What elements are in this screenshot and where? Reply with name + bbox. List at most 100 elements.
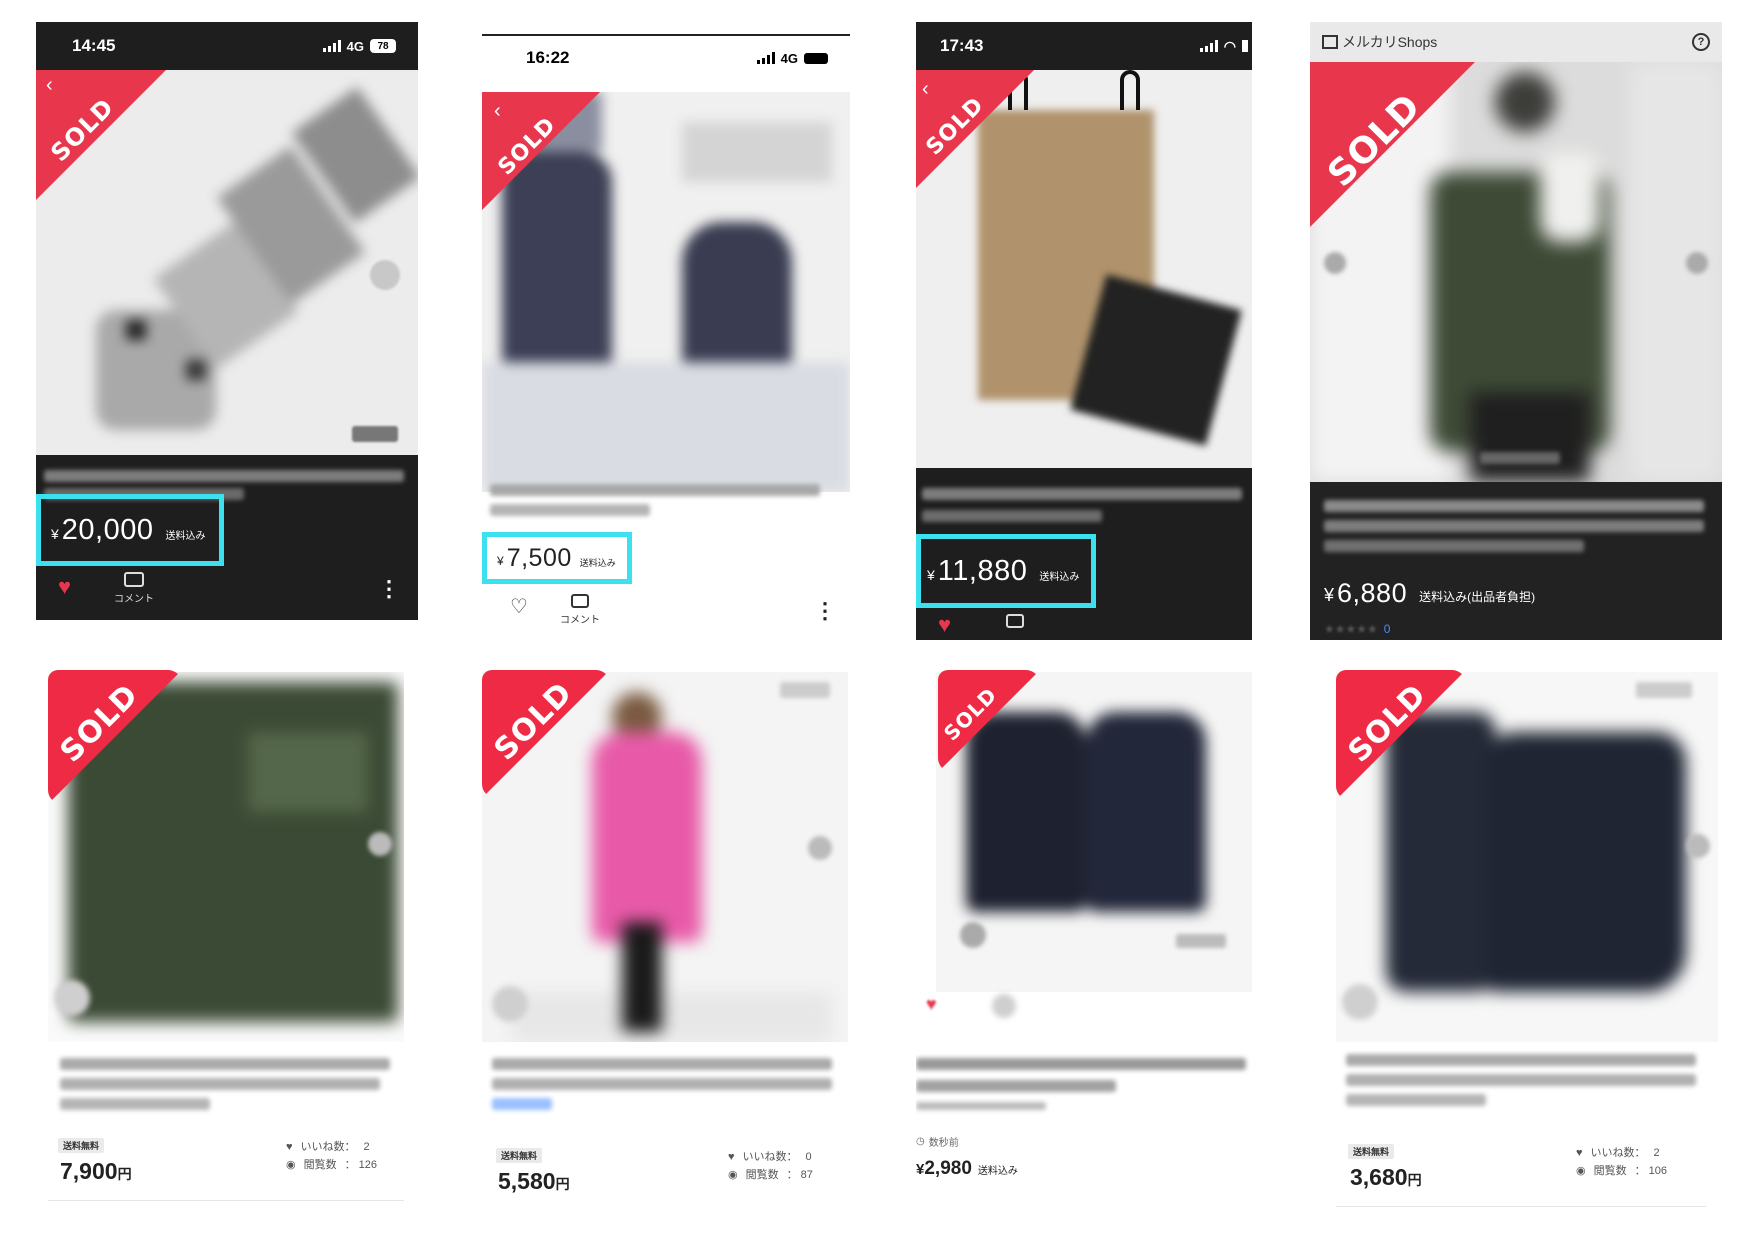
comment-label: コメント (560, 615, 600, 626)
yen-symbol: ¥ (497, 554, 504, 568)
status-time: 17:43 (940, 36, 984, 55)
price: 11,880 (937, 554, 1028, 587)
signal-icon (322, 40, 341, 52)
listing-card-2: SOLD 送料無料 5,580円 ♥ いいね数： 0 ◉ 閲覧数： 87 (482, 658, 854, 1218)
stats: ♥ いいね数： 0 ◉ 閲覧数 ： 87 (728, 1148, 813, 1184)
yen-symbol: ¥ (916, 1161, 925, 1178)
heart-icon: ♥ (1576, 1147, 1583, 1159)
shipping-label: 送料込み (579, 557, 616, 568)
like-button[interactable]: ♥ (58, 574, 71, 600)
back-icon[interactable]: ‹ (922, 78, 929, 101)
title-blurred (922, 510, 1102, 522)
sold-ribbon (36, 70, 166, 200)
price-value: 5,580 (498, 1168, 556, 1194)
title-blurred (44, 470, 404, 482)
likes-label: いいね数： (742, 1151, 798, 1163)
zoom-icon[interactable] (54, 980, 90, 1016)
zoom-icon[interactable] (492, 986, 528, 1022)
battery-icon (1242, 40, 1248, 52)
like-button[interactable]: ♡ (510, 594, 528, 619)
price: 20,000 (61, 513, 154, 546)
more-icon[interactable]: ⋮ (378, 578, 400, 600)
divider (1336, 1206, 1706, 1207)
listing-panel-3: 17:43 ◠ SOLD ‹ ¥ 11,880 送料込み ♥ (916, 22, 1252, 640)
likes-count: 2 (1653, 1147, 1660, 1159)
rating-row: ★★★★★ 0 (1324, 622, 1390, 636)
title-blurred (916, 1058, 1246, 1070)
title-blurred (1324, 500, 1704, 512)
listing-panel-4: メルカリShops ? SOLD ¥ 6,880 送料込み(出品者負担) ★★★… (1310, 22, 1722, 640)
eye-icon: ◉ (1576, 1165, 1586, 1177)
free-shipping-tag: 送料無料 (58, 1138, 105, 1153)
link-blurred (492, 1098, 552, 1110)
back-icon[interactable]: ‹ (46, 74, 53, 97)
stats: ♥ いいね数： 2 ◉ 閲覧数 ： 106 (1576, 1144, 1667, 1180)
shop-icon (1322, 35, 1338, 49)
price: 7,500 (506, 543, 572, 572)
title-blurred (60, 1078, 380, 1090)
likes-label: いいね数： (1590, 1147, 1646, 1159)
network-label: 4G (346, 38, 364, 54)
title-blurred (1324, 520, 1704, 532)
comment-button[interactable] (1006, 614, 1024, 628)
title-blurred (490, 504, 650, 516)
title-blurred (1324, 540, 1584, 552)
title-blurred (922, 488, 1242, 500)
yen-symbol: ¥ (1324, 585, 1335, 605)
price-highlight: ¥ 11,880 送料込み (916, 534, 1096, 608)
likes-count: 2 (363, 1141, 370, 1153)
heart-icon: ♥ (728, 1151, 735, 1163)
listing-card-1: SOLD 送料無料 7,900円 ♥ いいね数： 2 ◉ 閲覧数： 126 (36, 658, 416, 1218)
yen-symbol: ¥ (51, 526, 59, 542)
stats: ♥ いいね数： 2 ◉ 閲覧数 ： 126 (286, 1138, 377, 1174)
more-icon[interactable]: ⋮ (814, 600, 836, 622)
like-button[interactable]: ♥ (938, 612, 951, 638)
listing-panel-2: 16:22 4G SOLD ‹ ¥ 7,500 送料込み ♡ コメント ⋮ (482, 22, 850, 632)
shipping-label: 送料込み(出品者負担) (1419, 590, 1536, 604)
comment-button[interactable]: コメント (114, 572, 154, 605)
title-blurred (490, 484, 820, 496)
posted-time: ◷ 数秒前 (916, 1134, 959, 1149)
currency: 円 (1407, 1172, 1422, 1188)
status-bar: 14:45 4G 78 (36, 22, 418, 70)
signal-icon (1199, 40, 1218, 52)
listing-card-4: SOLD 送料無料 3,680円 ♥ いいね数： 2 ◉ 閲覧数： 106 (1310, 658, 1720, 1218)
shop-name: メルカリShops (1342, 34, 1438, 50)
price: 6,880 (1337, 578, 1408, 608)
comment-icon[interactable] (992, 994, 1016, 1018)
yen-symbol: ¥ (927, 567, 935, 583)
shipping-label: 送料込み (977, 1166, 1018, 1177)
like-icon[interactable]: ♥ (926, 994, 937, 1015)
price: 5,580円 (498, 1168, 570, 1195)
price: 3,680円 (1350, 1164, 1422, 1191)
rating-stars-blurred (1480, 452, 1560, 464)
rating-count: 0 (1383, 622, 1391, 636)
title-blurred (1346, 1054, 1696, 1066)
status-time: 14:45 (72, 36, 116, 55)
views-count: ： 126 (344, 1159, 378, 1171)
price-highlight: ¥ 20,000 送料込み (36, 494, 224, 566)
zoom-icon[interactable] (1342, 984, 1378, 1020)
views-label: 閲覧数 (303, 1159, 337, 1171)
price-highlight: ¥ 7,500 送料込み (482, 532, 632, 584)
back-icon[interactable]: ‹ (494, 100, 501, 123)
comment-button[interactable]: コメント (560, 594, 600, 626)
title-blurred (492, 1078, 832, 1090)
price-value: 7,900 (60, 1158, 118, 1184)
currency: 円 (555, 1176, 570, 1192)
comment-icon (124, 572, 144, 587)
signal-icon (756, 52, 775, 64)
listing-card-3: SOLD ♥ ◷ 数秒前 ¥ 2,980 送料込み (916, 658, 1256, 1218)
eye-icon: ◉ (286, 1159, 296, 1171)
views-count: ： 106 (1634, 1165, 1668, 1177)
shipping-label: 送料込み (1039, 571, 1080, 583)
title-blurred (1346, 1074, 1696, 1086)
likes-count: 0 (805, 1151, 812, 1163)
title-blurred (492, 1058, 832, 1070)
divider (48, 1200, 404, 1201)
question-circle-icon[interactable]: ? (1692, 33, 1710, 51)
listing-panel-1: 14:45 4G 78 SOLD ‹ ¥ 20,000 送料込み ♥ コメント … (36, 22, 418, 620)
price-row: ¥ 2,980 送料込み (916, 1158, 1018, 1180)
clock-icon: ◷ (916, 1136, 925, 1147)
subtitle-blurred (916, 1102, 1046, 1110)
